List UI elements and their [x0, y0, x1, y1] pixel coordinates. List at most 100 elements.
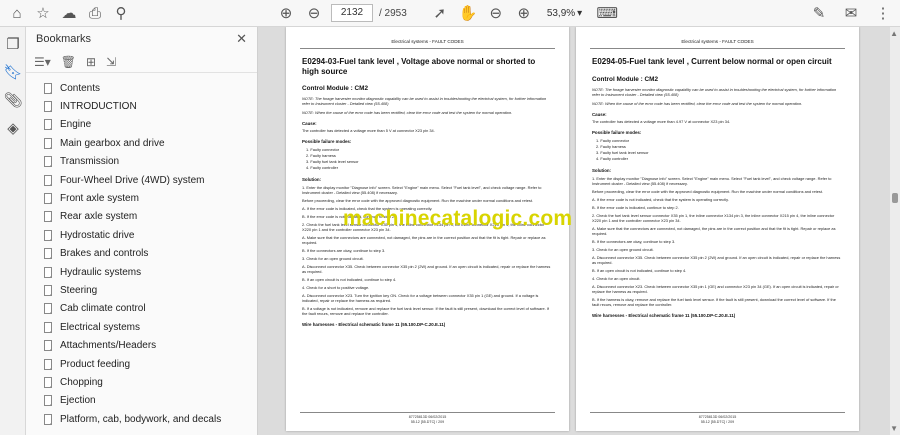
footer-rule	[590, 412, 845, 413]
bookmark-item[interactable]: Four-Wheel Drive (4WD) system	[26, 171, 257, 189]
note: NOTE: When the cause of the error code h…	[302, 110, 513, 115]
page-footer: 87725813D 06/02/2015 55.12 [55.DTC] / 20…	[576, 415, 859, 425]
select-cursor-icon[interactable]: ➚	[429, 2, 451, 24]
solution-step: B. If the error code is indicated, conti…	[592, 204, 679, 210]
failure-mode-item: 4. Faulty controller	[306, 165, 339, 170]
cause-text: The controller has detected a voltage mo…	[302, 128, 435, 133]
page-thumbnails-icon[interactable]: ❐	[2, 33, 24, 55]
failure-modes-label: Possible failure modes:	[302, 139, 352, 144]
bookmark-item[interactable]: Electrical systems	[26, 318, 257, 336]
options-menu-icon[interactable]: ☰▾	[34, 55, 51, 69]
scrollbar-thumb[interactable]	[892, 193, 898, 203]
document-viewer[interactable]: Electrical systems - FAULT CODES E0294-0…	[258, 27, 900, 435]
scroll-down-icon[interactable]: ▼	[890, 424, 898, 433]
failure-modes-list: 1. Faulty connector 2. Faulty harness 3. F…	[302, 147, 553, 171]
fault-title: E0294-05-Fuel tank level , Current below…	[592, 57, 832, 66]
bookmark-item[interactable]: Steering	[26, 281, 257, 299]
solution-step: B. If the connectors are okay, continue …	[302, 248, 386, 253]
bookmark-label: Transmission	[60, 156, 120, 168]
bookmark-item[interactable]: Ejection	[26, 392, 257, 410]
page-up-icon[interactable]: ⊕	[275, 2, 297, 24]
solution-steps: 1. Enter the display monitor "Diagnose i…	[302, 185, 553, 316]
home-icon[interactable]: ⌂	[6, 2, 28, 24]
zoom-select[interactable]: 53,9% ▾	[547, 8, 582, 19]
solution-step: A. If the error code is not indicated, c…	[592, 196, 729, 202]
solution-step: B. If the connectors are okay, continue …	[592, 238, 676, 244]
bookmark-label: Cab climate control	[60, 303, 146, 315]
solution-step: 1. Enter the display monitor "Diagnose i…	[302, 185, 542, 195]
solution-step: A. Make sure that the connectors are con…	[592, 225, 836, 236]
bookmark-item[interactable]: Contents	[26, 79, 257, 97]
search-icon[interactable]: ⚲	[110, 2, 132, 24]
bookmark-item[interactable]: Product feeding	[26, 355, 257, 373]
bookmark-page-icon	[44, 82, 52, 94]
bookmark-item[interactable]: Chopping	[26, 373, 257, 391]
zoom-out-icon[interactable]: ⊖	[485, 2, 507, 24]
bookmark-item[interactable]: Cab climate control	[26, 300, 257, 318]
print-icon[interactable]: ⎙	[84, 2, 106, 24]
scroll-up-icon[interactable]: ▲	[890, 29, 898, 38]
hand-tool-icon[interactable]: ✋	[457, 2, 479, 24]
bookmark-label: INTRODUCTION	[60, 101, 137, 113]
bookmark-item[interactable]: Rear axle system	[26, 208, 257, 226]
solution-label: Solution:	[592, 167, 612, 173]
bookmark-item[interactable]: INTRODUCTION	[26, 97, 257, 115]
layers-icon[interactable]: ◈	[2, 117, 24, 139]
close-icon[interactable]: ✕	[236, 31, 247, 47]
solution-step: B. If the harness is okay, remove and re…	[592, 296, 836, 307]
attachments-icon[interactable]: 📎︎	[2, 89, 24, 111]
bookmark-label: Ejection	[60, 395, 96, 407]
cause-label: Cause:	[302, 121, 317, 126]
bookmark-item[interactable]: Attachments/Headers	[26, 336, 257, 354]
wire-reference: Wire harnesses - Electrical schematic fr…	[592, 312, 736, 318]
solution-step: 1. Enter the display monitor "Diagnose i…	[592, 175, 832, 186]
solution-step: Before proceeding, clear the error code …	[302, 198, 533, 203]
cloud-upload-icon[interactable]: ☁	[58, 2, 80, 24]
bookmark-item[interactable]: Main gearbox and drive	[26, 134, 257, 152]
delete-icon[interactable]: 🗑︎	[61, 55, 76, 69]
bookmark-page-icon	[44, 376, 52, 388]
fault-title: E0294-03-Fuel tank level , Voltage above…	[302, 57, 536, 76]
page-number-input[interactable]: 2132	[331, 4, 373, 22]
solution-step: A. Disconnect connector X35. Check betwe…	[302, 264, 551, 274]
bookmark-item[interactable]: Transmission	[26, 153, 257, 171]
bookmark-label: Steering	[60, 284, 98, 296]
bookmark-item[interactable]: Platform, cab, bodywork, and decals	[26, 410, 257, 428]
bookmark-page-icon	[44, 358, 52, 370]
solution-step: 3. Check for an open ground circuit.	[592, 246, 654, 252]
bookmark-item[interactable]: Hydraulic systems	[26, 263, 257, 281]
note: NOTE: The forage harvester monitor diagn…	[302, 96, 547, 106]
bookmark-item[interactable]: Front axle system	[26, 189, 257, 207]
bookmarks-icon[interactable]: 🔖︎	[2, 61, 24, 83]
solution-step: B. If a voltage is not indicated, remove…	[302, 306, 549, 316]
page-down-icon[interactable]: ⊖	[303, 2, 325, 24]
bookmark-label: Platform, cab, bodywork, and decals	[60, 413, 222, 425]
sign-pen-icon[interactable]: ✎	[808, 2, 830, 24]
bookmark-page-icon	[44, 119, 52, 131]
bookmark-label: Hydraulic systems	[60, 266, 142, 278]
more-options-icon[interactable]: ⋮	[872, 2, 894, 24]
expand-bookmark-icon[interactable]: ⇲	[106, 55, 116, 69]
solution-step: B. If an open circuit is not indicated, …	[302, 277, 397, 282]
bookmark-item[interactable]: Engine	[26, 116, 257, 134]
vertical-scrollbar[interactable]: ▲ ▼	[890, 27, 900, 435]
solution-step: 4. Check for a short to positive voltage…	[302, 285, 370, 290]
bookmark-page-icon	[44, 211, 52, 223]
bookmark-page-icon	[44, 248, 52, 260]
bookmark-star-icon[interactable]: ☆	[32, 2, 54, 24]
bookmark-item[interactable]: Brakes and controls	[26, 245, 257, 263]
failure-mode-item: 4. Faulty controller	[596, 155, 629, 161]
zoom-in-icon[interactable]: ⊕	[513, 2, 535, 24]
new-bookmark-icon[interactable]: ⊞	[86, 55, 96, 69]
bookmarks-tools: ☰▾ 🗑︎ ⊞ ⇲	[26, 51, 257, 73]
bookmark-item[interactable]: Hydrostatic drive	[26, 226, 257, 244]
bookmark-label: Rear axle system	[60, 211, 138, 223]
cause-label: Cause:	[592, 111, 607, 117]
bookmark-page-icon	[44, 137, 52, 149]
bookmark-page-icon	[44, 340, 52, 352]
failure-modes-list: 1. Faulty connector 2. Faulty harness 3. F…	[592, 138, 843, 162]
bookmark-label: Four-Wheel Drive (4WD) system	[60, 174, 205, 186]
bookmark-page-icon	[44, 174, 52, 186]
keyboard-icon[interactable]: ⌨	[596, 2, 618, 24]
share-icon[interactable]: ✉	[840, 2, 862, 24]
